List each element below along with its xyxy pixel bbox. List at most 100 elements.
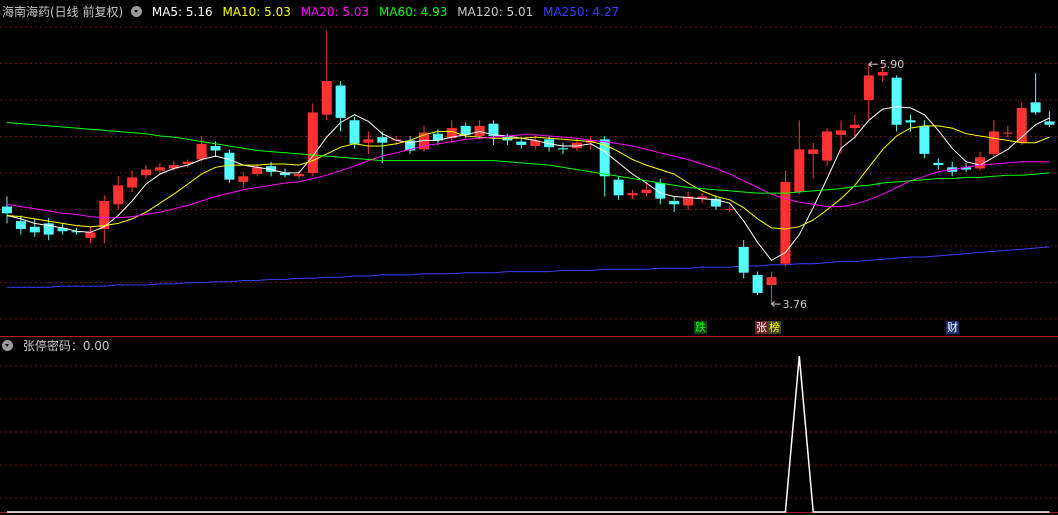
chart-canvas: 5.90 3.76 <box>0 26 1058 513</box>
main-panel-header: 海南海药(日线 前复权) MA5: 5.16 MA10: 5.03 MA20: … <box>2 3 625 21</box>
candle-body <box>836 130 846 135</box>
candle-body <box>641 189 652 194</box>
candle <box>238 171 249 188</box>
candle <box>127 170 138 192</box>
candle <box>168 160 179 171</box>
candle <box>766 271 777 305</box>
candle <box>933 158 944 170</box>
candle-body <box>933 162 944 166</box>
low-price-marker: 3.76 <box>771 298 808 311</box>
high-price-marker: 5.90 <box>868 58 905 71</box>
candle <box>975 151 985 171</box>
indicator-line <box>7 355 1050 513</box>
candle-body <box>474 125 485 136</box>
candle <box>752 271 763 296</box>
candle-body <box>224 152 235 180</box>
candle-body <box>196 143 207 160</box>
candle <box>641 181 652 197</box>
candle-body <box>307 112 318 173</box>
ma60-legend: MA60: 4.93 <box>378 5 448 19</box>
candle-body <box>29 226 40 233</box>
candle-body <box>154 167 165 171</box>
candle <box>905 114 916 132</box>
ma10-legend: MA10: 5.03 <box>222 5 291 19</box>
candle-body <box>613 179 624 196</box>
ma20-legend: MA20: 5.03 <box>300 5 370 19</box>
indicator-line-group <box>7 355 1050 513</box>
ma250-legend: MA250: 4.27 <box>543 5 620 19</box>
candle-body <box>780 181 791 264</box>
candle-body <box>1044 121 1055 125</box>
candle <box>627 189 638 199</box>
candle-body <box>377 137 388 143</box>
candle <box>307 103 318 177</box>
candle <box>141 165 151 179</box>
candle <box>363 131 374 154</box>
candle <box>224 149 235 184</box>
candle-body <box>752 274 763 293</box>
candle-body <box>988 131 999 154</box>
candle-body <box>808 149 819 154</box>
candle <box>1016 102 1027 145</box>
candle-body <box>919 125 930 154</box>
chevron-down-icon[interactable] <box>2 340 13 351</box>
candle <box>558 142 568 154</box>
candle <box>419 125 429 152</box>
candle-body <box>502 137 513 141</box>
candle-body <box>849 124 860 129</box>
candle-body <box>321 81 332 115</box>
candle-body <box>669 200 680 205</box>
ma120-legend: MA120: 5.01 <box>457 5 534 19</box>
ma250-line <box>7 246 1050 288</box>
candle <box>1002 125 1013 138</box>
ma5-legend: MA5: 5.16 <box>151 5 213 19</box>
candle-body <box>558 148 568 150</box>
candle-body <box>15 221 26 229</box>
candle-body <box>794 149 805 192</box>
candle <box>1030 73 1041 115</box>
event-tag-ranking[interactable]: 榜 <box>768 321 781 334</box>
candle-body <box>822 131 833 161</box>
candle <box>822 128 833 166</box>
candle <box>321 30 332 121</box>
candle-body <box>766 277 777 286</box>
candle-body <box>724 208 735 210</box>
candle <box>252 163 263 177</box>
annotations-group: 5.90 3.76 <box>771 58 905 311</box>
candle <box>724 205 735 213</box>
event-tag-limit-up[interactable]: 张 <box>755 321 768 334</box>
ma20-line <box>6 134 1050 219</box>
candle-body <box>293 174 304 177</box>
candle <box>794 120 805 195</box>
chevron-down-icon[interactable] <box>131 6 143 17</box>
candle <box>293 170 304 179</box>
candle <box>99 195 110 244</box>
marker-label: 3.76 <box>783 298 808 311</box>
candle <box>29 218 40 237</box>
candle-body <box>141 169 151 176</box>
candle-body <box>113 185 124 205</box>
candle-body <box>738 246 749 273</box>
candle-body <box>210 146 221 151</box>
candle <box>196 135 207 162</box>
candle-body <box>2 206 12 214</box>
event-tag-drop[interactable]: 跌 <box>694 321 707 334</box>
candle-body <box>1030 102 1041 113</box>
candle <box>683 191 694 210</box>
candle-body <box>335 85 346 119</box>
indicator-title: 张停密码：0.00 <box>22 339 110 353</box>
candle <box>530 135 541 150</box>
candle <box>849 114 860 139</box>
chart-title: 海南海药(日线 前复权) <box>2 5 124 19</box>
marker-label: 5.90 <box>880 58 905 71</box>
candle-body <box>363 139 374 143</box>
candle-body <box>238 176 249 182</box>
candle-body <box>1002 132 1013 134</box>
candle <box>113 176 124 210</box>
candle-body <box>85 232 96 238</box>
candle <box>613 176 624 200</box>
event-tag-financial[interactable]: 财 <box>946 321 959 334</box>
candle <box>85 226 96 244</box>
candles-group <box>2 30 1055 305</box>
candle-body <box>349 120 360 144</box>
